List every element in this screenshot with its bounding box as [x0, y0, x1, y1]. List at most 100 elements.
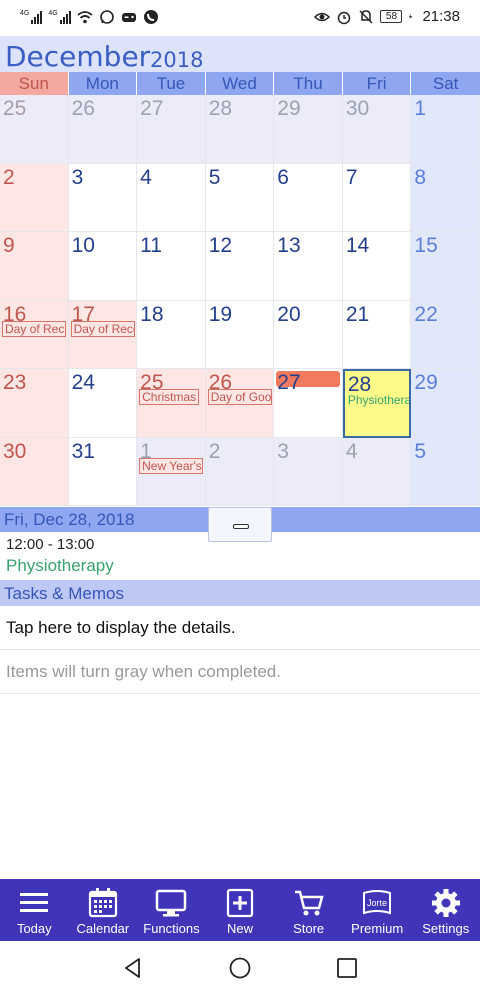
svg-text:Jorte: Jorte	[367, 898, 387, 908]
year-title: 2018	[150, 48, 204, 72]
day-number: 19	[208, 302, 233, 326]
tasks-title: Tasks & Memos	[4, 584, 124, 603]
whatsapp-icon	[99, 10, 114, 24]
holiday-label: Day of Reconciliation	[70, 320, 135, 337]
day-cell[interactable]: 24	[68, 369, 138, 438]
day-number: 2	[3, 165, 15, 189]
day-number: 22	[414, 302, 438, 326]
task-row-details[interactable]: Tap here to display the details.	[0, 606, 480, 650]
day-number: 1	[414, 97, 427, 120]
bottom-nav: Today Calendar Functions New Store Jorte…	[0, 879, 480, 941]
back-icon[interactable]	[121, 956, 145, 980]
nav-new[interactable]: New	[206, 879, 275, 941]
day-cell[interactable]: 12	[205, 232, 275, 301]
weekday-mon: Mon	[68, 72, 138, 95]
day-cell[interactable]: 8	[411, 163, 480, 232]
nav-today[interactable]: Today	[0, 879, 69, 941]
day-number: 27	[140, 97, 164, 120]
day-cell[interactable]: 28Physiotherapy	[342, 369, 412, 438]
nav-label: New	[227, 921, 254, 936]
day-number: 29	[277, 97, 301, 120]
day-cell[interactable]: 15	[411, 232, 480, 301]
day-cell[interactable]: 27	[137, 95, 206, 164]
day-cell[interactable]: 7	[342, 163, 412, 232]
tasks-header: Tasks & Memos	[0, 580, 480, 606]
day-cell[interactable]: 20	[274, 300, 343, 369]
day-cell[interactable]: 26	[68, 95, 138, 164]
day-cell[interactable]: 5	[205, 163, 275, 232]
nav-functions[interactable]: Functions	[137, 879, 206, 941]
day-number: 7	[345, 165, 358, 189]
day-cell[interactable]: 4	[137, 163, 206, 232]
month-header[interactable]: December 2018	[0, 36, 480, 73]
month-title: December	[5, 40, 151, 73]
day-cell[interactable]: 1	[411, 95, 480, 164]
day-cell[interactable]: 13	[274, 232, 343, 301]
day-number: 13	[277, 234, 301, 257]
gamepad-icon	[121, 13, 136, 22]
day-cell[interactable]: 3	[68, 163, 138, 232]
day-cell[interactable]: 25 Christmas	[137, 369, 206, 438]
weekday-wed: Wed	[205, 72, 275, 95]
battery-icon: 58	[380, 10, 403, 23]
day-cell[interactable]: 5	[411, 437, 480, 506]
day-cell[interactable]: 27	[274, 369, 343, 438]
day-cell[interactable]: 29	[411, 369, 480, 438]
weekday-sat: Sat	[411, 72, 480, 95]
day-cell[interactable]: 9	[0, 232, 69, 301]
system-nav-bar	[0, 941, 480, 995]
day-cell[interactable]: 2	[0, 163, 69, 232]
nav-calendar[interactable]: Calendar	[69, 879, 138, 941]
task-row-hint[interactable]: Items will turn gray when completed.	[0, 650, 480, 694]
nav-store[interactable]: Store	[274, 879, 343, 941]
day-number: 14	[345, 234, 370, 257]
weekday-tue: Tue	[137, 72, 206, 95]
home-icon[interactable]	[228, 956, 252, 980]
nav-settings[interactable]: Settings	[411, 879, 480, 941]
day-cell[interactable]: 19	[205, 300, 275, 369]
resize-handle[interactable]	[208, 507, 272, 542]
day-number: 3	[71, 165, 84, 189]
day-cell[interactable]: 23	[0, 369, 69, 438]
day-cell[interactable]: 26Day of Goodwill	[205, 369, 275, 438]
day-cell[interactable]: 25	[0, 95, 69, 164]
nav-premium[interactable]: Jorte Premium	[343, 879, 412, 941]
day-cell[interactable]: 10	[68, 232, 138, 301]
day-cell[interactable]: 14	[342, 232, 412, 301]
day-cell[interactable]: 28	[205, 95, 275, 164]
day-cell[interactable]: 4	[342, 437, 412, 506]
day-number: 28	[208, 97, 233, 120]
day-cell[interactable]: 16Day of Reconciliation	[0, 300, 69, 369]
day-number: 25	[3, 97, 27, 120]
day-cell[interactable]: 6	[274, 163, 343, 232]
day-number: 24	[71, 371, 95, 394]
day-cell[interactable]: 29	[274, 95, 343, 164]
drag-handle-icon	[233, 524, 249, 529]
day-number: 29	[414, 371, 438, 394]
nav-label: Functions	[143, 921, 200, 936]
event-title[interactable]: Physiotherapy	[6, 556, 114, 576]
recents-icon[interactable]	[335, 956, 359, 980]
task-row-text: Items will turn gray when completed.	[6, 662, 281, 681]
day-number: 27	[277, 371, 301, 394]
day-cell[interactable]: 30	[342, 95, 412, 164]
day-cell[interactable]: 30	[0, 437, 69, 506]
selected-date-label: Fri, Dec 28, 2018	[4, 510, 135, 529]
weekday-thu: Thu	[274, 72, 343, 95]
nav-label: Settings	[422, 921, 470, 936]
status-right-icons: 58 21:38	[314, 8, 460, 25]
day-cell[interactable]: 11	[137, 232, 206, 301]
day-cell[interactable]: 1New Year's Day	[137, 437, 206, 506]
day-number: 23	[3, 371, 27, 394]
day-cell[interactable]: 22	[411, 300, 480, 369]
day-number: 9	[3, 234, 15, 257]
holiday-label: New Year's Day	[139, 457, 204, 474]
day-cell[interactable]: 17Day of Reconciliation	[68, 300, 138, 369]
day-cell[interactable]: 2	[205, 437, 275, 506]
day-cell[interactable]: 31	[68, 437, 138, 506]
gear-icon	[431, 889, 460, 917]
day-cell[interactable]: 3	[274, 437, 343, 506]
task-row-text: Tap here to display the details.	[6, 618, 236, 637]
day-cell[interactable]: 21	[342, 300, 412, 369]
day-cell[interactable]: 18	[137, 300, 206, 369]
